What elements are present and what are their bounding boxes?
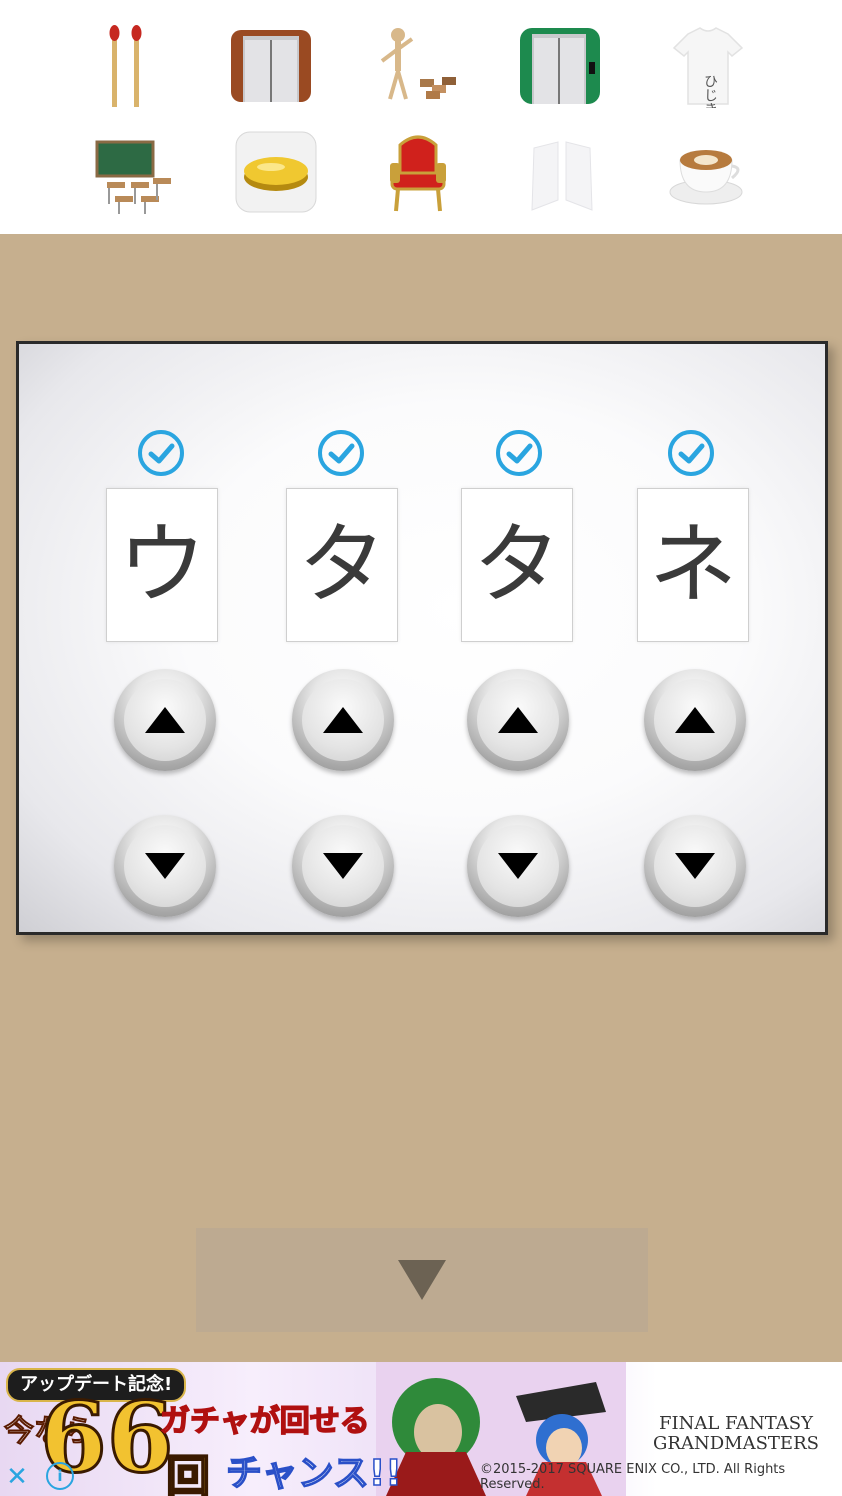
elevator-brown-icon (231, 30, 311, 102)
ad-counter: 回 (165, 1450, 211, 1496)
down-arrow-icon (498, 853, 538, 879)
white-shape-icon (531, 141, 593, 211)
up-arrow-icon (323, 707, 363, 733)
check-icon-2 (318, 430, 364, 476)
down-arrow-icon (145, 853, 185, 879)
throne-icon (390, 135, 446, 212)
character-4: ネ (648, 513, 737, 616)
up-button-2[interactable] (292, 669, 394, 771)
up-button-4[interactable] (644, 669, 746, 771)
down-arrow-icon (675, 853, 715, 879)
character-slot-2: タ (286, 488, 398, 642)
back-button[interactable] (196, 1228, 648, 1332)
ad-copyright: ©2015-2017 SQUARE ENIX CO., LTD. All Rig… (480, 1462, 786, 1492)
tshirt-text: ひじき (702, 74, 718, 108)
classroom-icon (95, 140, 171, 214)
up-button-1[interactable] (114, 669, 216, 771)
lock-panel: ウ タ タ ネ (16, 341, 828, 935)
up-button-3[interactable] (467, 669, 569, 771)
gold-coin-icon (235, 131, 317, 213)
matches-item[interactable] (78, 18, 174, 114)
character-slot-3: タ (461, 488, 573, 642)
close-icon[interactable]: ✕ (4, 1462, 30, 1492)
mannequin-item[interactable] (368, 18, 464, 114)
up-arrow-icon (498, 707, 538, 733)
ad-headline: ガチャが回せる (159, 1403, 370, 1440)
latte-item[interactable] (660, 124, 756, 220)
character-slot-1: ウ (106, 488, 218, 642)
down-arrow-icon (398, 1260, 446, 1300)
character-2: タ (297, 513, 386, 616)
elevator-brown-item[interactable] (223, 18, 319, 114)
down-arrow-icon (323, 853, 363, 879)
mannequin-icon (380, 28, 456, 100)
down-button-1[interactable] (114, 815, 216, 917)
tshirt-item[interactable]: ひじき (660, 18, 756, 114)
down-button-4[interactable] (644, 815, 746, 917)
character-3: タ (472, 513, 561, 616)
down-button-2[interactable] (292, 815, 394, 917)
ad-logo-line2: GRANDMASTERS (653, 1432, 819, 1454)
tshirt-icon: ひじき (672, 27, 744, 108)
white-shape-item[interactable] (514, 124, 610, 220)
down-button-3[interactable] (467, 815, 569, 917)
up-arrow-icon (675, 707, 715, 733)
classroom-item[interactable] (84, 126, 180, 222)
check-icon-3 (496, 430, 542, 476)
character-1: ウ (117, 513, 206, 616)
elevator-green-item[interactable] (512, 18, 608, 114)
inventory-bar: ひじき (0, 0, 842, 234)
info-icon[interactable]: i (46, 1462, 74, 1490)
gold-coin-item[interactable] (228, 124, 324, 220)
ad-banner[interactable]: アップデート記念! 今なら 66 回 ガチャが回せる チャンス!! FINAL … (0, 1362, 842, 1496)
matches-icon (109, 25, 142, 107)
up-arrow-icon (145, 707, 185, 733)
elevator-green-icon (520, 28, 600, 104)
ad-logo-line1: FINAL FANTASY (659, 1413, 813, 1434)
ad-subheadline: チャンス!! (225, 1452, 402, 1495)
character-slot-4: ネ (637, 488, 749, 642)
throne-item[interactable] (370, 124, 466, 220)
latte-icon (669, 150, 743, 205)
ad-logo: FINAL FANTASY GRANDMASTERS (636, 1414, 836, 1454)
check-icon-4 (668, 430, 714, 476)
check-icon-1 (138, 430, 184, 476)
